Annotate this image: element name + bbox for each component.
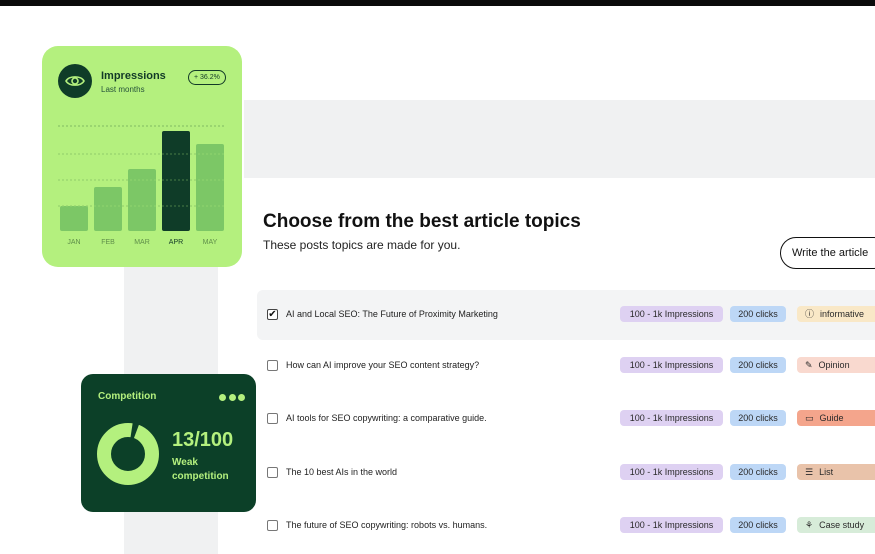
type-label: informative — [820, 309, 865, 319]
topic-row[interactable]: The 10 best AIs in the world 100 - 1k Imp… — [257, 448, 875, 498]
write-article-button[interactable]: Write the article — [780, 237, 875, 269]
impressions-card: Impressions Last months + 36.2% JAN FEB MA… — [42, 46, 242, 267]
megaphone-icon: ✎ — [805, 360, 813, 370]
case-study-icon: ⚘ — [805, 520, 814, 530]
topic-checkbox[interactable]: ✔ — [267, 309, 278, 320]
bar-may — [196, 144, 224, 231]
topic-checkbox[interactable] — [267, 360, 278, 371]
topic-checkbox[interactable] — [267, 467, 278, 478]
topic-title: AI and Local SEO: The Future of Proximit… — [286, 309, 498, 319]
x-tick-label: FEB — [101, 239, 115, 246]
topic-checkbox[interactable] — [267, 520, 278, 531]
x-tick-label: JAN — [67, 239, 80, 246]
bar-apr — [162, 131, 190, 231]
bar-feb — [94, 187, 122, 231]
type-tag: ▭ Guide — [797, 410, 875, 426]
book-icon: ▭ — [805, 413, 814, 423]
type-label: Opinion — [818, 360, 850, 370]
topic-row[interactable]: ✔ AI and Local SEO: The Future of Proximi… — [257, 290, 875, 340]
bar-mar — [128, 169, 156, 231]
competition-card: Competition 13/100 Weak competition — [81, 374, 256, 512]
type-tag: ☰ List — [797, 464, 875, 480]
topic-title: AI tools for SEO copywriting: a comparat… — [286, 413, 487, 423]
impressions-tag: 100 - 1k Impressions — [620, 306, 723, 322]
more-dots-icon[interactable] — [219, 394, 245, 401]
impressions-bar-chart: JAN FEB MAR APR MAY — [58, 125, 226, 246]
competition-title: Competition — [98, 391, 157, 402]
x-tick-label: APR — [169, 239, 183, 246]
clicks-tag: 200 clicks — [730, 306, 786, 322]
type-label: Case study — [819, 520, 865, 530]
info-icon: ⓘ — [805, 309, 815, 319]
topic-title: The 10 best AIs in the world — [286, 467, 398, 477]
type-tag: ⚘ Case study — [797, 517, 875, 533]
competition-donut-chart — [97, 423, 159, 485]
clicks-tag: 200 clicks — [730, 464, 786, 480]
top-bar — [0, 0, 875, 6]
type-tag: ✎ Opinion — [797, 357, 875, 373]
bar-jan — [60, 206, 88, 231]
type-label: Guide — [819, 413, 844, 423]
topic-checkbox[interactable] — [267, 413, 278, 424]
x-tick-label: MAR — [134, 239, 150, 246]
clicks-tag: 200 clicks — [730, 357, 786, 373]
topic-row[interactable]: AI tools for SEO copywriting: a comparat… — [257, 394, 875, 444]
panel-background — [244, 100, 875, 178]
competition-label: Weak competition — [172, 457, 229, 482]
clicks-tag: 200 clicks — [730, 517, 786, 533]
list-icon: ☰ — [805, 467, 814, 477]
page-subtitle: These posts topics are made for you. — [263, 238, 461, 252]
impressions-tag: 100 - 1k Impressions — [620, 410, 723, 426]
impressions-tag: 100 - 1k Impressions — [620, 517, 723, 533]
topic-row[interactable]: How can AI improve your SEO content stra… — [257, 341, 875, 391]
impressions-tag: 100 - 1k Impressions — [620, 464, 723, 480]
topic-title: How can AI improve your SEO content stra… — [286, 360, 480, 370]
type-label: List — [819, 467, 834, 477]
topic-title: The future of SEO copywriting: robots vs… — [286, 520, 488, 530]
page-title: Choose from the best article topics — [263, 211, 581, 232]
type-tag: ⓘ informative — [797, 306, 875, 322]
impressions-tag: 100 - 1k Impressions — [620, 357, 723, 373]
clicks-tag: 200 clicks — [730, 410, 786, 426]
x-tick-label: MAY — [203, 239, 218, 246]
topic-row[interactable]: The future of SEO copywriting: robots vs… — [257, 501, 875, 551]
competition-score: 13/100 — [172, 429, 234, 451]
